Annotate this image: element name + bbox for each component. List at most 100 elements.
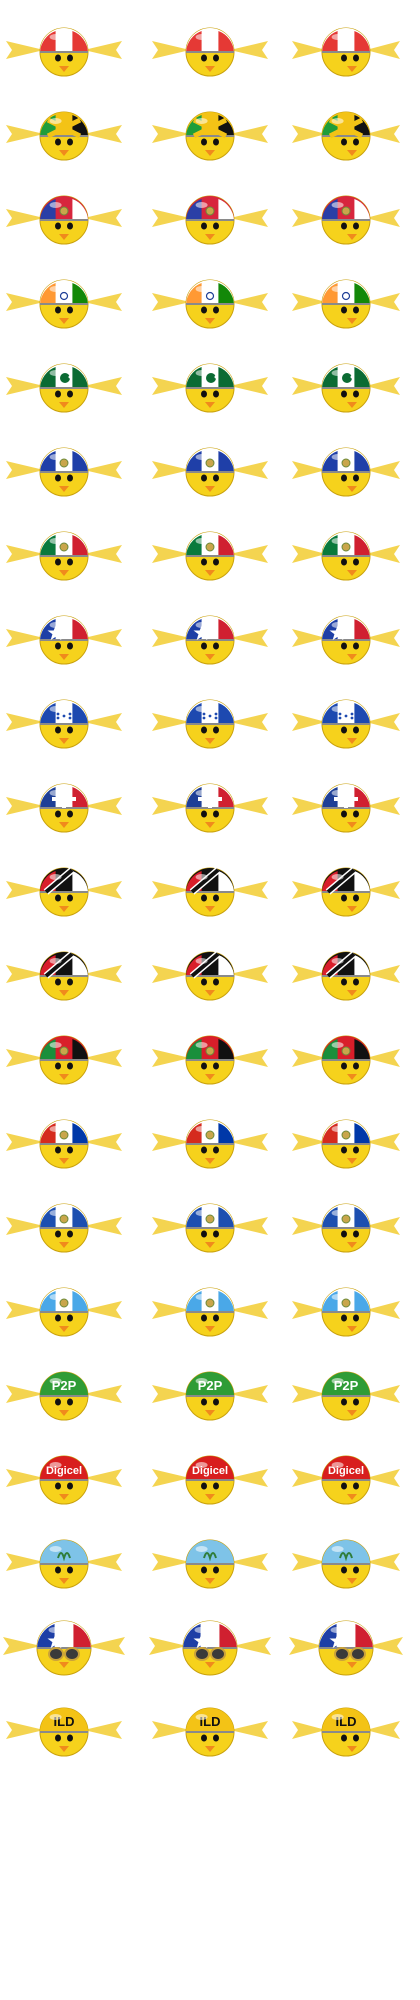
helmet xyxy=(186,784,234,809)
eye-left xyxy=(55,1062,61,1070)
character-sprite-red-white-stripes xyxy=(6,12,122,82)
eye-right xyxy=(353,1398,359,1406)
eye-left xyxy=(201,894,207,902)
eye-right xyxy=(353,54,359,62)
eye-left xyxy=(201,978,207,986)
eye-right xyxy=(213,1314,219,1322)
character-sprite-cuba-goggles xyxy=(289,1608,403,1678)
eye-right xyxy=(353,642,359,650)
eye-left xyxy=(55,642,61,650)
eye-right xyxy=(213,306,219,314)
eye-right xyxy=(353,390,359,398)
helmet xyxy=(186,196,234,221)
character-sprite-india xyxy=(292,264,400,334)
eye-right xyxy=(213,978,219,986)
eye-right xyxy=(353,726,359,734)
eye-right xyxy=(213,810,219,818)
eye-left xyxy=(55,390,61,398)
character-sprite-el-salvador xyxy=(6,432,122,502)
goggle-left xyxy=(194,1647,210,1661)
helmet: ILD xyxy=(322,1708,370,1733)
eye-left xyxy=(341,894,347,902)
helmet xyxy=(40,1204,88,1229)
character-sprite-jamaica xyxy=(152,96,268,166)
eye-left xyxy=(55,474,61,482)
eye-right xyxy=(353,138,359,146)
eye-left xyxy=(55,1566,61,1574)
eye-right xyxy=(213,894,219,902)
character-sprite-movistar xyxy=(152,1524,268,1594)
helmet xyxy=(186,1036,234,1061)
helmet xyxy=(322,700,370,725)
helmet xyxy=(322,951,370,979)
eye-right xyxy=(67,894,73,902)
eye-right xyxy=(213,558,219,566)
eye-right xyxy=(213,1062,219,1070)
eye-left xyxy=(341,474,347,482)
eye-left xyxy=(55,1734,61,1742)
character-sprite-india xyxy=(6,264,122,334)
helmet xyxy=(322,112,370,139)
helmet xyxy=(186,28,234,53)
eye-left xyxy=(201,558,207,566)
character-sprite-honduras xyxy=(152,684,268,754)
helmet xyxy=(186,1204,234,1229)
character-sprite-red-white-stripes xyxy=(292,12,400,82)
character-sprite-mexico xyxy=(6,516,122,586)
eye-right xyxy=(213,1734,219,1742)
goggle-right xyxy=(210,1647,226,1661)
eye-left xyxy=(55,222,61,230)
helmet xyxy=(37,1621,91,1649)
eye-left xyxy=(201,138,207,146)
helmet xyxy=(186,1120,234,1145)
eye-right xyxy=(67,810,73,818)
character-sprite-trinidad-and-tobago-alt xyxy=(6,936,122,1006)
helmet xyxy=(322,448,370,473)
eye-left xyxy=(341,1566,347,1574)
eye-left xyxy=(55,1230,61,1238)
eye-right xyxy=(67,1146,73,1154)
helmet xyxy=(322,784,370,809)
character-sprite-jamaica xyxy=(292,96,400,166)
helmet xyxy=(183,1621,237,1649)
eye-right xyxy=(353,1062,359,1070)
eye-right xyxy=(353,1482,359,1490)
eye-right xyxy=(67,1566,73,1574)
helmet xyxy=(186,951,234,979)
character-sprite-india xyxy=(152,264,268,334)
eye-right xyxy=(67,306,73,314)
eye-right xyxy=(353,810,359,818)
helmet xyxy=(322,1036,370,1061)
helmet: Digicel xyxy=(322,1456,370,1481)
eye-left xyxy=(55,1398,61,1406)
eye-left xyxy=(55,1314,61,1322)
character-sprite-paraguay xyxy=(6,1104,122,1174)
eye-left xyxy=(341,390,347,398)
character-sprite-pakistan xyxy=(152,348,268,418)
eye-right xyxy=(67,1314,73,1322)
character-sprite-dominican-republic xyxy=(292,768,400,838)
character-sprite-dominican-republic xyxy=(6,768,122,838)
character-sprite-guatemala xyxy=(152,1272,268,1342)
eye-left xyxy=(201,810,207,818)
character-sprite-trinidad-and-tobago-alt xyxy=(292,936,400,1006)
eye-right xyxy=(353,1230,359,1238)
eye-right xyxy=(67,390,73,398)
helmet xyxy=(40,1288,88,1313)
eye-right xyxy=(67,1062,73,1070)
goggle-left xyxy=(334,1647,350,1661)
helmet xyxy=(40,784,88,809)
character-sprite-p2p: P2P xyxy=(152,1356,268,1426)
character-sprite-nicaragua xyxy=(292,1188,400,1258)
helmet xyxy=(186,532,234,557)
eye-right xyxy=(67,1398,73,1406)
eye-left xyxy=(201,1062,207,1070)
eye-left xyxy=(55,1482,61,1490)
character-sprite-paraguay xyxy=(152,1104,268,1174)
helmet: P2P xyxy=(322,1372,370,1397)
eye-right xyxy=(213,138,219,146)
eye-left xyxy=(55,1146,61,1154)
character-sprite-mexico xyxy=(152,516,268,586)
eye-left xyxy=(341,1230,347,1238)
helmet xyxy=(322,196,370,221)
